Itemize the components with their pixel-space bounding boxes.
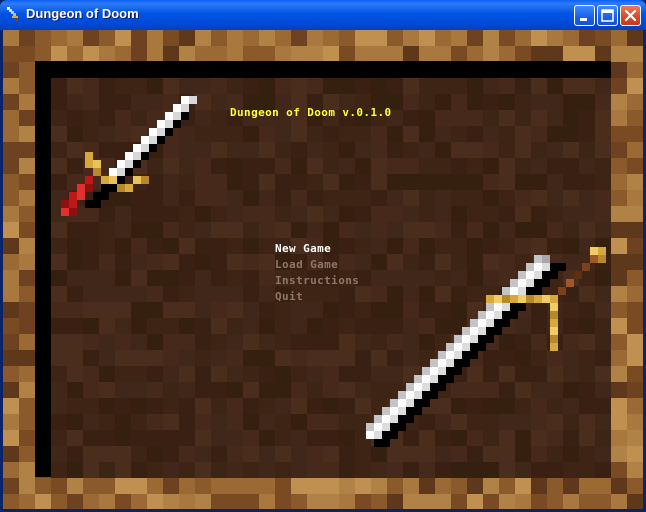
close-button[interactable] — [620, 5, 641, 26]
main-menu: New Game Load Game Instructions Quit — [275, 241, 359, 305]
sword-icon — [7, 7, 18, 22]
minimize-icon — [580, 18, 587, 21]
maximize-icon — [601, 9, 614, 22]
menu-item-new-game[interactable]: New Game — [275, 241, 359, 257]
minimize-button[interactable] — [574, 5, 595, 26]
close-icon — [624, 9, 637, 22]
large-sword — [366, 247, 606, 447]
menu-item-quit[interactable]: Quit — [275, 289, 359, 305]
small-sword — [61, 96, 197, 216]
menu-item-instructions[interactable]: Instructions — [275, 273, 359, 289]
menu-item-load-game[interactable]: Load Game — [275, 257, 359, 273]
game-canvas[interactable]: Dungeon of Doom v.0.1.0 New Game Load Ga… — [3, 30, 643, 509]
maximize-button[interactable] — [597, 5, 618, 26]
title-bar[interactable]: Dungeon of Doom — [0, 0, 646, 30]
window-title: Dungeon of Doom — [26, 6, 139, 21]
game-title: Dungeon of Doom v.0.1.0 — [230, 106, 392, 119]
app-window: Dungeon of Doom Dungeon of Doom v.0.1.0 … — [0, 0, 646, 512]
